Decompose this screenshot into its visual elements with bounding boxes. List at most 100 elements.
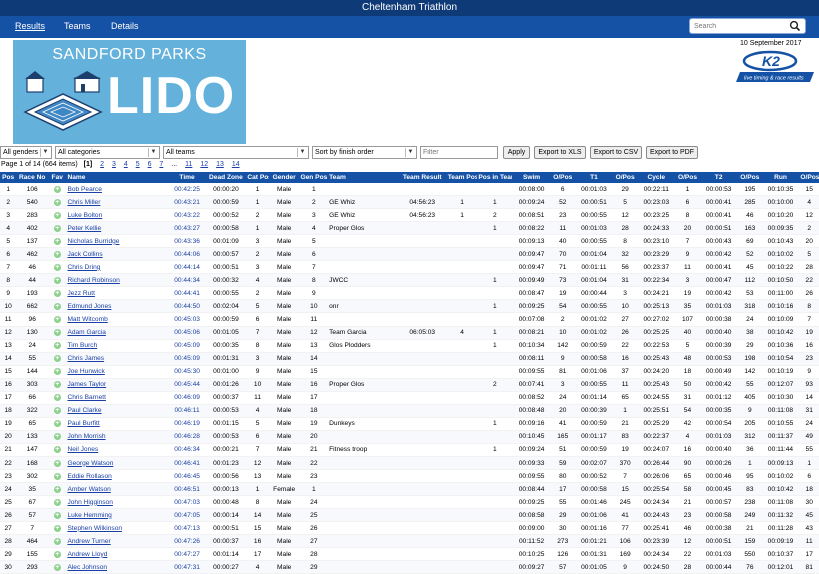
athlete-name-link[interactable]: Eddie Rollason <box>67 473 111 480</box>
column-header[interactable]: Team Result <box>397 172 447 183</box>
add-favourite-icon[interactable]: + <box>53 485 61 493</box>
athlete-name-link[interactable]: Edmund Jones <box>67 303 111 310</box>
column-header[interactable]: Team <box>328 172 398 183</box>
athlete-name-link[interactable]: John Higginson <box>67 499 112 506</box>
add-favourite-icon[interactable]: + <box>53 446 61 454</box>
athlete-name-link[interactable]: Joe Hunwick <box>67 368 104 375</box>
category-select[interactable]: All categories ▼ <box>55 146 160 159</box>
export-pdf-button[interactable]: Export to PDF <box>646 146 698 159</box>
column-header[interactable]: Pos in Team <box>477 172 513 183</box>
column-header[interactable]: Cycle <box>636 172 676 183</box>
column-header[interactable]: O/Pos <box>613 172 637 183</box>
add-favourite-icon[interactable]: + <box>53 329 61 337</box>
search-input[interactable] <box>694 20 782 32</box>
athlete-name-link[interactable]: Chris Miller <box>67 199 100 206</box>
add-favourite-icon[interactable]: + <box>53 433 61 441</box>
add-favourite-icon[interactable]: + <box>53 198 61 206</box>
athlete-name-link[interactable]: Neil Jones <box>67 446 98 453</box>
athlete-name-link[interactable]: James Taylor <box>67 381 106 388</box>
athlete-name-link[interactable]: Chris James <box>67 355 104 362</box>
page-link[interactable]: 4 <box>124 161 128 168</box>
filter-input[interactable] <box>420 146 498 159</box>
column-header[interactable]: Cat Pos <box>246 172 269 183</box>
search-icon[interactable] <box>789 20 801 32</box>
add-favourite-icon[interactable]: + <box>53 550 61 558</box>
athlete-name-link[interactable]: Alec Johnson <box>67 564 107 571</box>
add-favourite-icon[interactable]: + <box>53 211 61 219</box>
column-header[interactable]: Race No <box>16 172 49 183</box>
page-link[interactable]: 5 <box>136 161 140 168</box>
add-favourite-icon[interactable]: + <box>53 407 61 415</box>
athlete-name-link[interactable]: Stephen Wilkinson <box>67 525 122 532</box>
page-link[interactable]: 12 <box>200 161 208 168</box>
add-favourite-icon[interactable]: + <box>53 276 61 284</box>
athlete-name-link[interactable]: Richard Robinson <box>67 277 119 284</box>
column-header[interactable]: Run <box>761 172 800 183</box>
add-favourite-icon[interactable]: + <box>53 381 61 389</box>
apply-button[interactable]: Apply <box>503 146 530 159</box>
athlete-name-link[interactable]: John Morrish <box>67 433 105 440</box>
page-link[interactable]: 14 <box>232 161 240 168</box>
column-header[interactable]: Swim <box>512 172 551 183</box>
add-favourite-icon[interactable]: + <box>53 563 61 571</box>
athlete-name-link[interactable]: Peter Kellie <box>67 225 101 232</box>
add-favourite-icon[interactable]: + <box>53 511 61 519</box>
add-favourite-icon[interactable]: + <box>53 302 61 310</box>
add-favourite-icon[interactable]: + <box>53 394 61 402</box>
add-favourite-icon[interactable]: + <box>53 498 61 506</box>
add-favourite-icon[interactable]: + <box>53 420 61 428</box>
page-link[interactable]: 11 <box>185 161 192 168</box>
add-favourite-icon[interactable]: + <box>53 185 61 193</box>
column-header[interactable]: Pos <box>0 172 17 183</box>
add-favourite-icon[interactable]: + <box>53 250 61 258</box>
athlete-name-link[interactable]: Luke Hemming <box>67 512 111 519</box>
page-link[interactable]: 13 <box>216 161 224 168</box>
page-link[interactable]: 7 <box>159 161 163 168</box>
athlete-name-link[interactable]: Chris Dring <box>67 264 100 271</box>
athlete-name-link[interactable]: Luke Bolton <box>67 212 102 219</box>
athlete-name-link[interactable]: Andrew Turner <box>67 538 110 545</box>
column-header[interactable]: T2 <box>699 172 739 183</box>
column-header[interactable]: T1 <box>574 172 614 183</box>
team-select[interactable]: All teams ▼ <box>163 146 309 159</box>
athlete-name-link[interactable]: Tim Burch <box>67 342 97 349</box>
export-xls-button[interactable]: Export to XLS <box>534 146 586 159</box>
athlete-name-link[interactable]: Nicholas Burridge <box>67 238 119 245</box>
column-header[interactable]: O/Pos <box>799 172 819 183</box>
column-header[interactable]: Gender <box>268 172 300 183</box>
column-header[interactable]: O/Pos <box>551 172 575 183</box>
athlete-name-link[interactable]: Matt Witcomb <box>67 316 107 323</box>
athlete-name-link[interactable]: Jack Collins <box>67 251 102 258</box>
athlete-name-link[interactable]: George Watson <box>67 460 113 467</box>
add-favourite-icon[interactable]: + <box>53 472 61 480</box>
add-favourite-icon[interactable]: + <box>53 524 61 532</box>
column-header[interactable]: Time <box>168 172 206 183</box>
add-favourite-icon[interactable]: + <box>53 459 61 467</box>
tab-results[interactable]: Results <box>15 21 45 31</box>
column-header[interactable]: Dead Zone <box>205 172 247 183</box>
gender-select[interactable]: All genders ▼ <box>0 146 52 159</box>
add-favourite-icon[interactable]: + <box>53 237 61 245</box>
athlete-name-link[interactable]: Paul Burfitt <box>67 420 99 427</box>
sort-order-select[interactable]: Sort by finish order ▼ <box>312 146 417 159</box>
export-csv-button[interactable]: Export to CSV <box>590 146 642 159</box>
athlete-name-link[interactable]: Bob Pearce <box>67 186 101 193</box>
column-header[interactable]: O/Pos <box>738 172 762 183</box>
tab-details[interactable]: Details <box>111 21 139 31</box>
add-favourite-icon[interactable]: + <box>53 368 61 376</box>
add-favourite-icon[interactable]: + <box>53 355 61 363</box>
page-link[interactable]: 2 <box>100 161 104 168</box>
add-favourite-icon[interactable]: + <box>53 224 61 232</box>
athlete-name-link[interactable]: Adam Garcia <box>67 329 105 336</box>
column-header[interactable]: O/Pos <box>675 172 700 183</box>
page-link[interactable]: 3 <box>112 161 116 168</box>
column-header[interactable]: Gen Pos <box>299 172 329 183</box>
add-favourite-icon[interactable]: + <box>53 315 61 323</box>
athlete-name-link[interactable]: Andrew Lloyd <box>67 551 107 558</box>
page-link[interactable]: 6 <box>148 161 152 168</box>
column-header[interactable]: Team Pos <box>446 172 478 183</box>
add-favourite-icon[interactable]: + <box>53 537 61 545</box>
column-header[interactable]: Name <box>66 172 169 183</box>
athlete-name-link[interactable]: Amber Watson <box>67 486 110 493</box>
add-favourite-icon[interactable]: + <box>53 263 61 271</box>
